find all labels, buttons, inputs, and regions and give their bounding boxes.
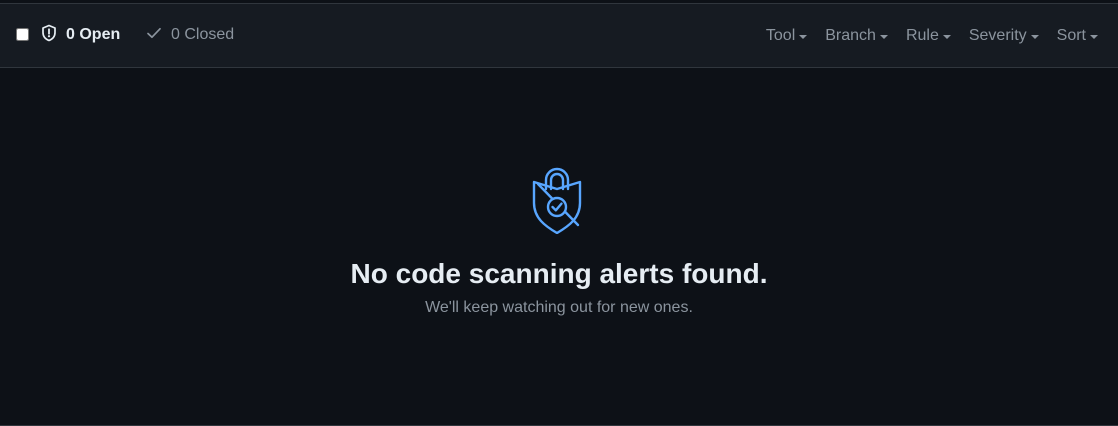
empty-state: No code scanning alerts found. We'll kee… [0, 68, 1118, 424]
alerts-filter-header: 0 Open 0 Closed Tool Branch Rule Severit… [0, 4, 1118, 68]
filter-menu-bar: Tool Branch Rule Severity Sort [766, 25, 1098, 47]
sort-filter-label: Sort [1056, 27, 1086, 44]
open-alerts-tab[interactable]: 0 Open [40, 24, 120, 46]
rule-filter[interactable]: Rule [906, 27, 951, 45]
chevron-down-icon [1030, 35, 1039, 39]
select-all-checkbox[interactable] [16, 28, 29, 41]
shield-icon [40, 24, 58, 47]
rule-filter-label: Rule [905, 27, 939, 44]
severity-filter[interactable]: Severity [969, 27, 1039, 45]
chevron-down-icon [879, 35, 888, 39]
code-scanning-alerts-panel: 0 Open 0 Closed Tool Branch Rule Severit… [0, 3, 1118, 426]
open-alerts-label: 0 Open [66, 26, 121, 43]
empty-state-subtitle: We'll keep watching out for new ones. [425, 299, 693, 316]
branch-filter[interactable]: Branch [825, 27, 888, 45]
sort-filter[interactable]: Sort [1057, 27, 1098, 45]
check-icon [145, 24, 163, 47]
chevron-down-icon [1090, 35, 1098, 39]
chevron-down-icon [942, 35, 951, 39]
shield-lock-check-icon [530, 164, 584, 235]
chevron-down-icon [799, 35, 808, 39]
empty-state-title: No code scanning alerts found. [350, 258, 768, 289]
severity-filter-label: Severity [968, 27, 1027, 44]
closed-alerts-tab[interactable]: 0 Closed [145, 24, 234, 46]
branch-filter-label: Branch [825, 27, 876, 44]
tool-filter[interactable]: Tool [765, 27, 808, 45]
closed-alerts-label: 0 Closed [171, 26, 235, 43]
tool-filter-label: Tool [765, 27, 796, 44]
